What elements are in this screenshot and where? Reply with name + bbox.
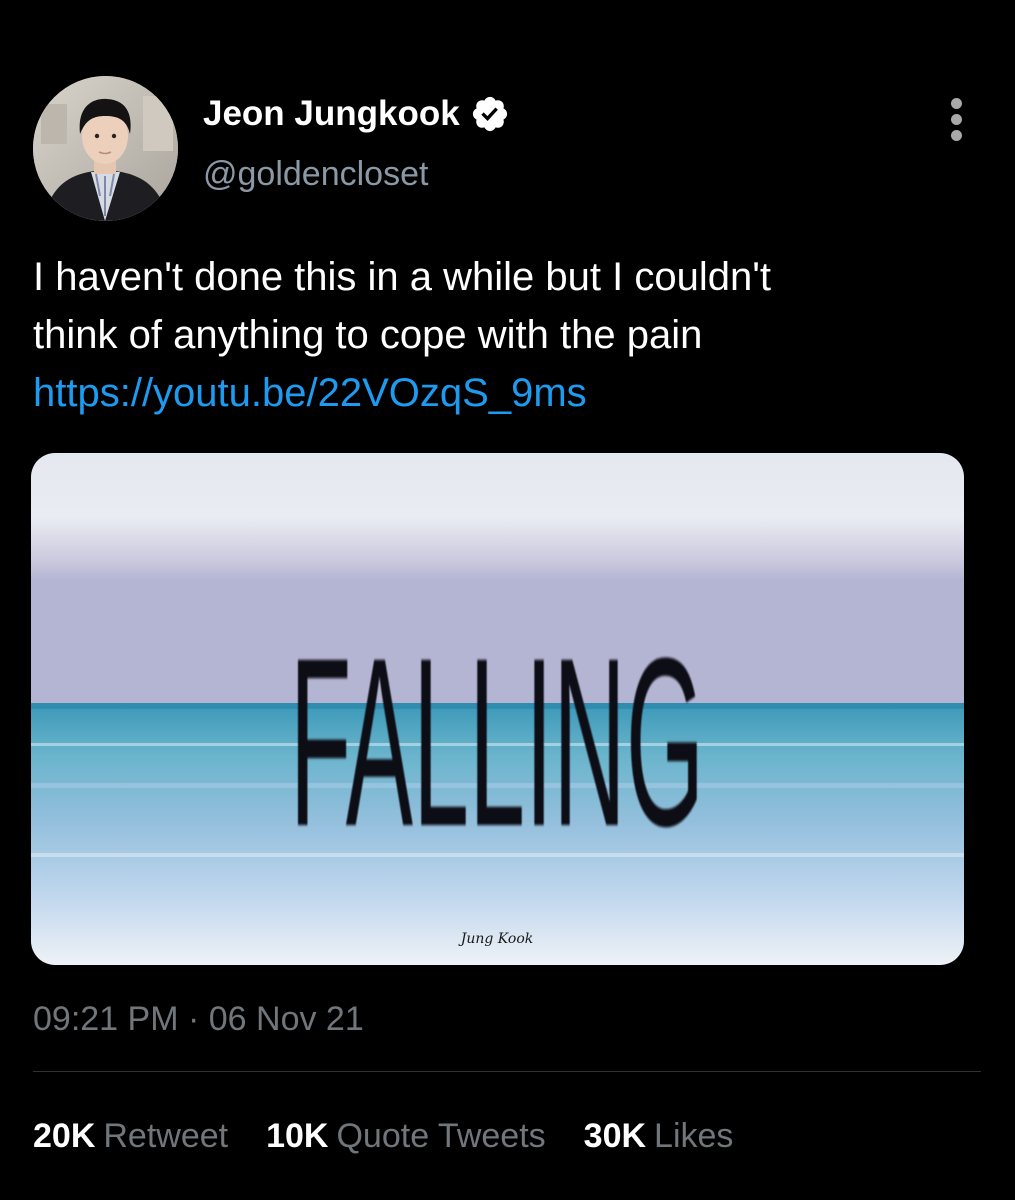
divider bbox=[33, 1071, 981, 1072]
tweet-timestamp[interactable]: 09:21 PM · 06 Nov 21 bbox=[33, 997, 364, 1041]
media-card[interactable]: FALLING Jung Kook bbox=[31, 453, 964, 965]
likes-count: 30K bbox=[583, 1117, 647, 1155]
quote-tweets-stat[interactable]: 10K Quote Tweets bbox=[266, 1114, 546, 1158]
retweet-label: Retweet bbox=[103, 1117, 229, 1155]
media-title: FALLING bbox=[290, 609, 705, 878]
avatar[interactable] bbox=[33, 76, 178, 221]
tweet-text: I haven't done this in a while but I cou… bbox=[33, 248, 993, 422]
quote-tweets-label: Quote Tweets bbox=[336, 1117, 546, 1155]
tweet-text-line: I haven't done this in a while but I cou… bbox=[33, 255, 771, 299]
tweet-link[interactable]: https://youtu.be/22VOzqS_9ms bbox=[33, 364, 993, 422]
tweet-text-line: think of anything to cope with the pain bbox=[33, 313, 703, 357]
author-handle[interactable]: @goldencloset bbox=[203, 153, 428, 195]
verified-badge-icon bbox=[470, 94, 510, 134]
media-signature: Jung Kook bbox=[458, 931, 533, 947]
likes-stat[interactable]: 30K Likes bbox=[584, 1114, 734, 1158]
quote-tweets-count: 10K bbox=[266, 1117, 329, 1155]
retweet-count: 20K bbox=[33, 1117, 96, 1155]
retweet-stat[interactable]: 20K Retweet bbox=[33, 1114, 228, 1158]
engagement-stats: 20K Retweet 10K Quote Tweets 30K Likes bbox=[33, 1114, 771, 1158]
more-vertical-icon[interactable] bbox=[942, 98, 970, 142]
author-display-name[interactable]: Jeon Jungkook bbox=[203, 93, 510, 135]
likes-label: Likes bbox=[654, 1117, 734, 1155]
author-name-text: Jeon Jungkook bbox=[203, 94, 460, 133]
